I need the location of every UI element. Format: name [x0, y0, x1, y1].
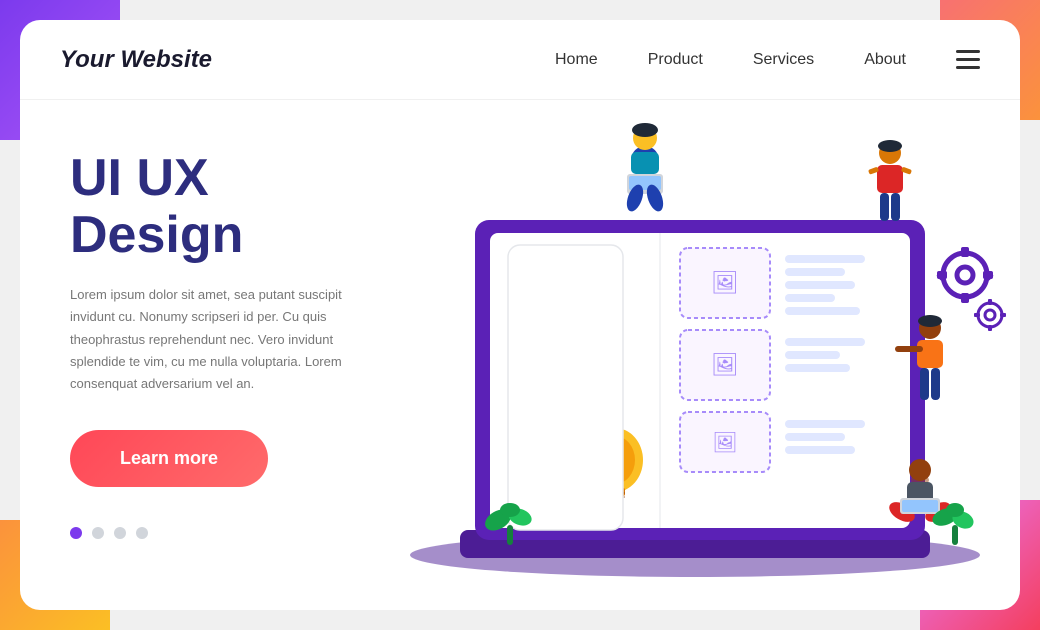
nav-link-services[interactable]: Services: [753, 51, 814, 68]
hero-left: UI UX Design Lorem ipsum dolor sit amet,…: [20, 100, 400, 610]
hamburger-line-3: [956, 66, 980, 69]
hamburger-line-2: [956, 58, 980, 61]
carousel-dot-1[interactable]: [70, 527, 82, 539]
carousel-dot-3[interactable]: [114, 527, 126, 539]
illustration-svg: 🖼 🖼 🖼: [400, 100, 1020, 610]
nav-item-services[interactable]: Services: [753, 51, 814, 69]
hero-body-text: Lorem ipsum dolor sit amet, sea putant s…: [70, 284, 350, 394]
nav-link-product[interactable]: Product: [648, 51, 703, 68]
svg-text:🖼: 🖼: [711, 352, 739, 377]
nav-links: Home Product Services About: [555, 51, 906, 69]
main-card: Your Website Home Product Services About…: [20, 20, 1020, 610]
nav-item-product[interactable]: Product: [648, 51, 703, 69]
nav-item-home[interactable]: Home: [555, 51, 598, 69]
hero-title: UI UX Design: [70, 150, 360, 264]
page-container: Your Website Home Product Services About…: [0, 0, 1040, 630]
nav-item-about[interactable]: About: [864, 51, 906, 69]
hamburger-line-1: [956, 50, 980, 53]
learn-more-button[interactable]: Learn more: [70, 430, 268, 487]
nav-link-about[interactable]: About: [864, 51, 906, 68]
hamburger-menu[interactable]: [956, 50, 980, 69]
carousel-dots: [70, 527, 360, 539]
hero-illustration: 🖼 🖼 🖼: [400, 100, 1020, 610]
carousel-dot-4[interactable]: [136, 527, 148, 539]
site-logo[interactable]: Your Website: [60, 46, 212, 74]
nav-link-home[interactable]: Home: [555, 51, 598, 68]
carousel-dot-2[interactable]: [92, 527, 104, 539]
svg-text:🖼: 🖼: [711, 270, 739, 295]
svg-text:🖼: 🖼: [712, 432, 737, 454]
main-content: UI UX Design Lorem ipsum dolor sit amet,…: [20, 100, 1020, 610]
navbar: Your Website Home Product Services About: [20, 20, 1020, 100]
